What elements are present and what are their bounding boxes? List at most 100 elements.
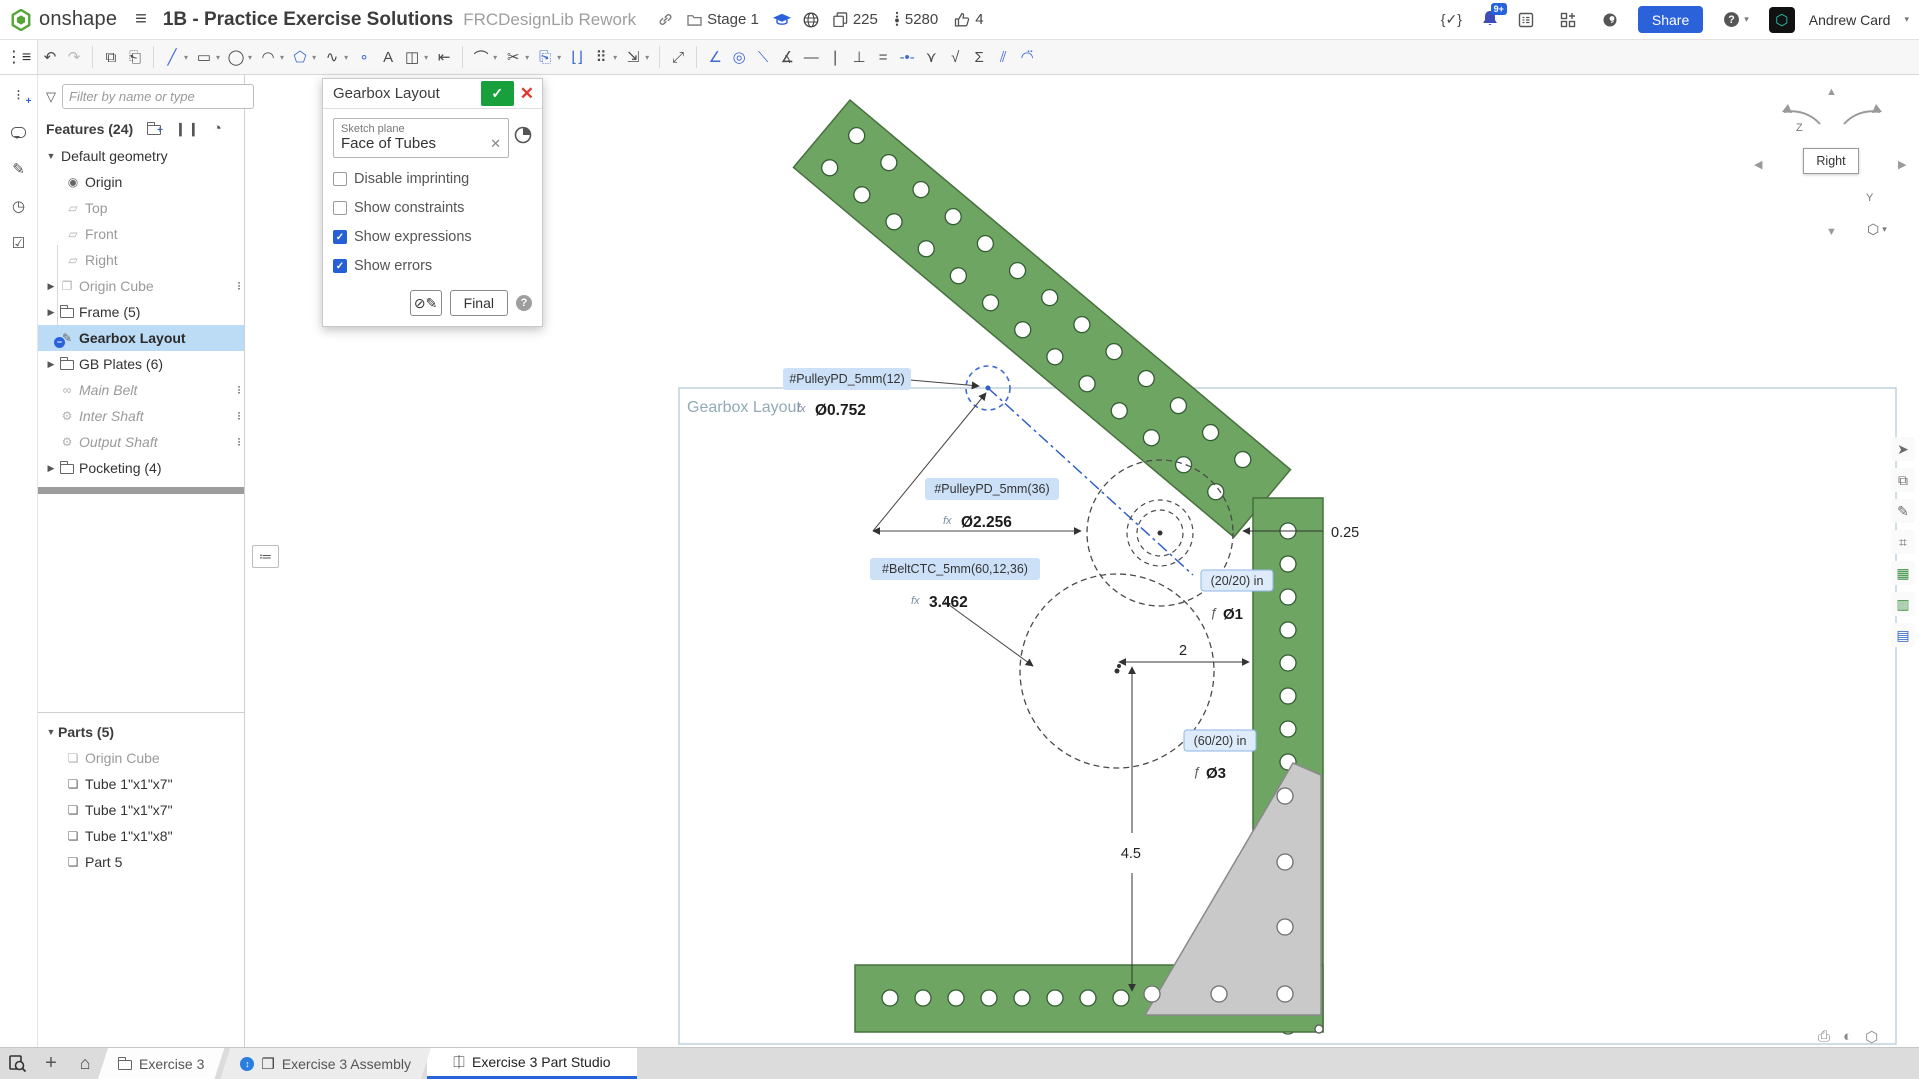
perpendicular-constraint[interactable]: ⊥ xyxy=(847,42,871,72)
featurescript-icon[interactable]: {✓} xyxy=(1441,11,1462,28)
measure-tool[interactable]: ⤢ xyxy=(666,42,690,72)
spline-tool[interactable]: ∿ xyxy=(320,42,344,72)
feature-item-pocketing[interactable]: ▶ Pocketing (4) xyxy=(38,455,244,481)
pulley36-center-point[interactable] xyxy=(1158,531,1163,536)
layers-panel-icon[interactable]: ⧉ xyxy=(1891,468,1915,492)
rotate-left-icon[interactable]: ◀ xyxy=(1754,158,1762,171)
arc-tool-caret[interactable]: ▾ xyxy=(280,53,284,62)
shaded-view-icon[interactable]: ◐ xyxy=(1843,1028,1852,1046)
pulley12-expression[interactable]: #PulleyPD_5mm(12) xyxy=(783,368,911,390)
new-tab-button[interactable]: + xyxy=(34,1048,68,1079)
annotations-panel-icon[interactable]: ✎ xyxy=(1891,499,1915,523)
defer-update-icon[interactable] xyxy=(514,126,532,144)
show-errors-checkbox[interactable]: ✓ Show errors xyxy=(333,258,532,274)
text-tool[interactable]: A xyxy=(376,42,400,72)
ratio1-expression[interactable]: (20/20) in xyxy=(1201,570,1273,591)
feature-item-gearbox-layout[interactable]: ✎− Gearbox Layout xyxy=(38,325,244,351)
ratio2-expression[interactable]: (60/20) in xyxy=(1184,730,1256,751)
rectangle-tool-caret[interactable]: ▾ xyxy=(216,53,220,62)
likes-stat[interactable]: 4 xyxy=(954,11,983,28)
point-tool[interactable]: ∘ xyxy=(352,42,376,72)
share-button[interactable]: Share xyxy=(1638,6,1703,33)
mirror-tool-caret[interactable]: ▾ xyxy=(424,53,428,62)
fix-constraint[interactable]: ⫽ xyxy=(991,42,1015,72)
concentric-constraint[interactable]: ◎ xyxy=(727,42,751,72)
expand-arrow-icon[interactable]: ▶ xyxy=(44,281,58,292)
rotate-up-icon[interactable]: ▲ xyxy=(1826,86,1837,98)
final-button[interactable]: Final xyxy=(450,290,508,316)
filter-input[interactable] xyxy=(62,84,254,109)
part-item-part-5[interactable]: ❏ Part 5 xyxy=(38,849,244,875)
part-item-origin-cube[interactable]: ❏ Origin Cube xyxy=(38,745,244,771)
feature-item-gb-plates[interactable]: ▶ GB Plates (6) xyxy=(38,351,244,377)
expand-arrow-icon[interactable]: ▶ xyxy=(44,463,58,474)
use-tool-caret[interactable]: ▾ xyxy=(557,53,561,62)
spreadsheet-panel-icon[interactable]: ▦ xyxy=(1891,561,1915,585)
trim-tool[interactable]: ✂ xyxy=(501,42,525,72)
part-item-tube-7b[interactable]: ❏ Tube 1"x1"x7" xyxy=(38,797,244,823)
feature-item-origin-cube[interactable]: ▶ ❐ Origin Cube ⁝ xyxy=(38,273,244,299)
coincident-constraint[interactable]: ∠ xyxy=(703,42,727,72)
instance-marker-icon[interactable]: ⁝ xyxy=(237,279,240,293)
pattern-tool-caret[interactable]: ▾ xyxy=(613,53,617,62)
new-folder-icon[interactable]: + xyxy=(147,121,163,136)
checkbox-unchecked-icon[interactable] xyxy=(333,201,347,215)
user-menu-caret-icon[interactable]: ▾ xyxy=(1904,14,1909,25)
fillet-tool-caret[interactable]: ▾ xyxy=(493,53,497,62)
instance-marker-icon[interactable]: ⁝ xyxy=(237,409,240,423)
avatar[interactable]: ⬡ xyxy=(1769,7,1795,33)
checkbox-unchecked-icon[interactable] xyxy=(333,172,347,186)
feature-item-right-plane[interactable]: ▱ Right xyxy=(38,247,244,273)
feature-item-main-belt[interactable]: ∞ Main Belt ⁝ xyxy=(38,377,244,403)
fillet-tool[interactable]: ⌒ xyxy=(469,42,493,72)
expand-arrow-icon[interactable]: ▶ xyxy=(44,359,58,370)
curve-pattern-constraint[interactable]: Σ xyxy=(967,42,991,72)
instance-marker-icon[interactable]: ⁝ xyxy=(237,383,240,397)
expand-arrow-icon[interactable]: ▶ xyxy=(44,307,58,318)
user-name[interactable]: Andrew Card xyxy=(1809,12,1891,28)
feature-item-inter-shaft[interactable]: ⚙ Inter Shaft ⁝ xyxy=(38,403,244,429)
horizontal-constraint[interactable]: ― xyxy=(799,42,823,72)
snapshot-icon[interactable]: ⎙ xyxy=(1818,1028,1830,1046)
cancel-icon[interactable]: ✕ xyxy=(520,85,534,102)
belt-expression[interactable]: #BeltCTC_5mm(60,12,36) xyxy=(870,558,1040,580)
sketch-vertex-point[interactable] xyxy=(1315,1025,1323,1033)
show-expressions-checkbox[interactable]: ✓ Show expressions xyxy=(333,229,532,245)
collapse-arrow-icon[interactable]: ▼ xyxy=(44,727,58,737)
checkbox-checked-icon[interactable]: ✓ xyxy=(333,259,347,273)
copies-stat[interactable]: 225 xyxy=(833,11,878,28)
parallel-constraint[interactable]: = xyxy=(871,42,895,72)
vertical-constraint[interactable]: ❘ xyxy=(823,42,847,72)
slot-tool[interactable]: ⌊⌋ xyxy=(565,42,589,72)
belt-dim-text[interactable]: 3.462 xyxy=(929,594,968,611)
variables-panel-icon[interactable]: ⌗ xyxy=(1891,530,1915,554)
accept-button[interactable]: ✓ xyxy=(481,81,514,106)
midpoint-constraint[interactable]: -•- xyxy=(895,42,919,72)
dxf-import-tool[interactable]: ⇲ xyxy=(621,42,645,72)
exports-stat[interactable]: 5280 xyxy=(894,11,938,28)
pulley36-expression[interactable]: #PulleyPD_5mm(36) xyxy=(925,478,1059,500)
feature-item-frame[interactable]: ▶ Frame (5) xyxy=(38,299,244,325)
pulley36-dim-text[interactable]: Ø2.256 xyxy=(961,514,1012,531)
polygon-tool-caret[interactable]: ▾ xyxy=(312,53,316,62)
offset-tool[interactable]: ⇤ xyxy=(432,42,456,72)
redo-button[interactable]: ↷ xyxy=(62,42,86,72)
search-tabs-icon[interactable] xyxy=(0,1048,34,1079)
gear60-center-point[interactable] xyxy=(1115,669,1120,674)
sketch-preview-button[interactable]: ⊘✎ xyxy=(410,290,442,316)
pierce-constraint[interactable]: ∡ xyxy=(775,42,799,72)
app-store-icon[interactable] xyxy=(1560,12,1576,28)
tab-exercise-3[interactable]: Exercise 3 xyxy=(98,1048,224,1079)
panel-resize-handle[interactable]: ≔ xyxy=(252,545,279,568)
normal-constraint[interactable]: ⋎ xyxy=(919,42,943,72)
arc-tool[interactable]: ◠ xyxy=(256,42,280,72)
spline-tool-caret[interactable]: ▾ xyxy=(344,53,348,62)
trim-tool-caret[interactable]: ▾ xyxy=(525,53,529,62)
tangent-constraint[interactable]: ⟍ xyxy=(751,42,775,72)
document-title[interactable]: 1B - Practice Exercise Solutions xyxy=(163,9,453,31)
rollback-clock-icon[interactable]: ◔ xyxy=(213,120,222,137)
dim-2-text[interactable]: 2 xyxy=(1179,643,1187,659)
feature-item-origin[interactable]: ◉ Origin xyxy=(38,169,244,195)
line-tool-caret[interactable]: ▾ xyxy=(184,53,188,62)
rollback-bar[interactable] xyxy=(38,487,244,494)
